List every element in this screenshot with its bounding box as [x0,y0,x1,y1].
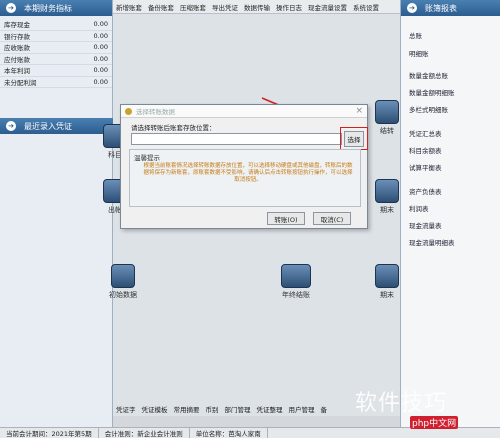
tip-title: 温馨提示 [134,154,160,162]
tip-box: 温馨提示 根据当前账套情况选择转账数据存放位置，可以选择移动硬盘或其他磁盘，转账… [129,149,361,207]
close-icon[interactable]: × [355,106,363,116]
dialog-titlebar[interactable]: 选择转账数据 [121,105,367,118]
dialog-title: 选择转账数据 [136,108,175,116]
path-input[interactable] [131,133,342,145]
dialog-prompt: 请选择转账后账套存放位置： [131,124,216,132]
app-icon [125,107,132,115]
highlight-box [340,127,368,150]
watermark-logo: php中文网 [410,416,459,429]
transfer-dialog: 选择转账数据 × 请选择转账后账套存放位置： 选择 温馨提示 根据当前账套情况选… [120,104,368,229]
transfer-ok-button[interactable]: 转账(O) [267,212,305,225]
cancel-button[interactable]: 取消(C) [313,212,351,225]
watermark-text: 软件技巧 [355,391,448,416]
tip-text: 根据当前账套情况选择转账数据存放位置，可以选择移动硬盘或其他磁盘，转账后的数据将… [143,163,353,183]
